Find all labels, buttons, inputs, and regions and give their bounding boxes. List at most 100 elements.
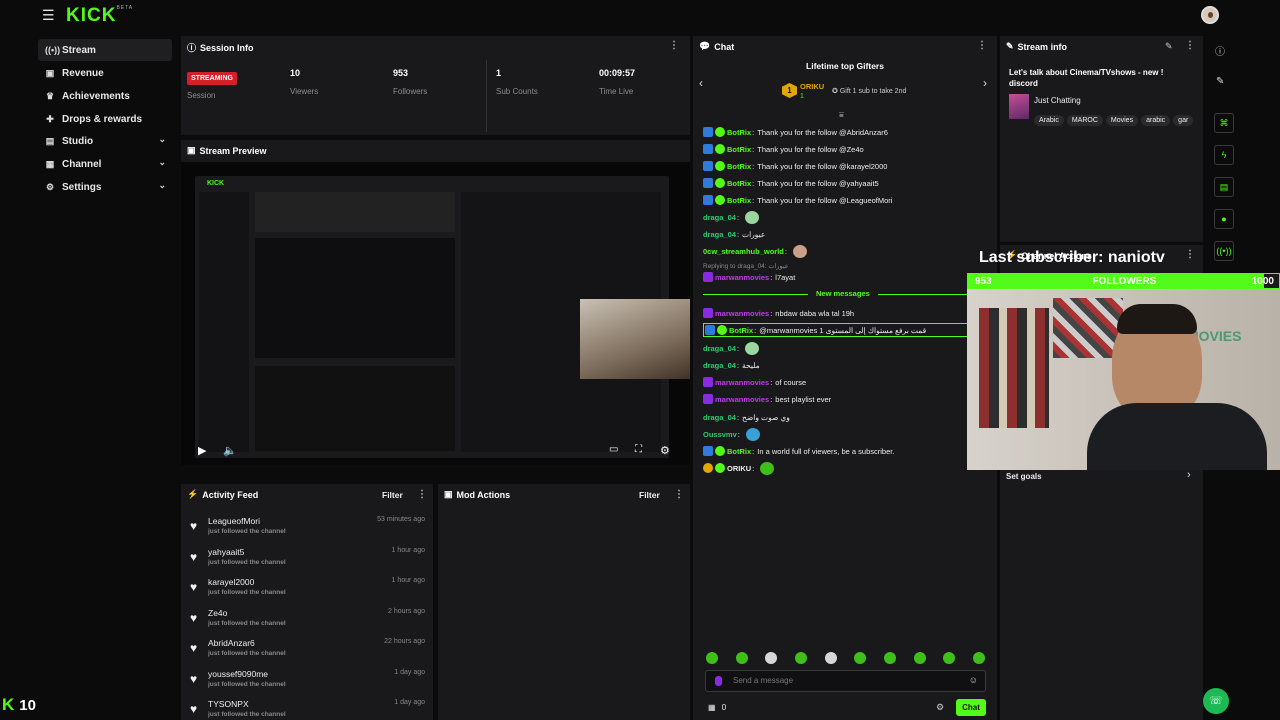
mod-actions-panel: ▣ Mod Actions Filter ⋮ (438, 484, 690, 720)
chat-username[interactable]: draga_04 (703, 361, 736, 370)
panel-title: ▣ Mod Actions (444, 489, 511, 500)
pinned-expand-icon[interactable]: ⩸ (839, 110, 844, 120)
heart-icon: ♥ (190, 550, 198, 564)
user-badge-icon (703, 178, 713, 188)
chat-message: BotRix: Thank you for the follow @yahyaai… (703, 176, 879, 190)
emoji-icon[interactable]: ☺ (969, 675, 978, 685)
set-goals-link[interactable]: Set goals (1006, 472, 1042, 481)
more-menu-icon[interactable]: ⋮ (977, 40, 987, 51)
chat-username[interactable]: BotRix (727, 145, 751, 154)
more-menu-icon[interactable]: ⋮ (674, 489, 684, 500)
chat-username[interactable]: draga_04 (703, 213, 736, 222)
emote-icon[interactable] (706, 652, 718, 664)
chat-input[interactable]: Send a message ☺ (705, 670, 986, 692)
activity-filter-button[interactable]: Filter (382, 490, 403, 500)
sidebar-item-revenue[interactable]: ▣ Revenue (38, 62, 172, 84)
chat-username[interactable]: ORIKU (727, 464, 751, 473)
chat-placeholder: Send a message (733, 676, 794, 685)
rail-action-button[interactable]: ▤ (1214, 177, 1234, 197)
time-live-label: Time Live (599, 87, 634, 96)
chat-username[interactable]: BotRix (727, 162, 751, 171)
sidebar-item-channel[interactable]: ▦ Channel ⌄ (38, 153, 172, 175)
chat-username[interactable]: BotRix (727, 196, 751, 205)
emote-icon[interactable] (795, 652, 807, 664)
play-icon[interactable]: ▶ (198, 444, 206, 457)
sidebar-item-settings[interactable]: ⚙ Settings ⌄ (38, 176, 172, 198)
emote-icon[interactable] (825, 652, 837, 664)
fullscreen-icon[interactable]: ⛶ (635, 444, 642, 455)
chat-username[interactable]: draga_04 (703, 413, 736, 422)
chevron-right-icon[interactable]: › (983, 76, 987, 90)
list-item: ♥ AbridAnzar6 just followed the channel 22 … (190, 638, 425, 657)
tag-chip[interactable]: Movies (1105, 115, 1139, 126)
heart-icon: ♥ (190, 672, 198, 686)
chat-username[interactable]: BotRix (727, 128, 751, 137)
pencil-icon[interactable]: ✎ (1165, 41, 1173, 52)
chat-username[interactable]: marwanmovies (715, 309, 769, 318)
menu-icon[interactable]: ☰ (42, 8, 58, 22)
chat-username[interactable]: draga_04 (703, 230, 736, 239)
chevron-right-icon[interactable]: › (1187, 469, 1191, 481)
chat-username[interactable]: draga_04 (703, 344, 736, 353)
more-menu-icon[interactable]: ⋮ (1185, 249, 1195, 260)
chat-text: l7ayat (775, 272, 796, 282)
chat-message: marwanmovies: l7ayat (703, 270, 795, 284)
rail-action-button[interactable]: ● (1214, 209, 1234, 229)
panel-title: 💬 Chat (699, 41, 735, 52)
sidebar-item-achievements[interactable]: ♛ Achievements (38, 85, 172, 107)
rank-badge: 1 (782, 83, 797, 98)
emote-icon[interactable] (736, 652, 748, 664)
pencil-icon[interactable]: ✎ (1216, 76, 1224, 87)
info-icon[interactable]: ⓘ (1215, 43, 1225, 58)
chat-username[interactable]: BotRix (729, 326, 753, 335)
emote-icon[interactable] (914, 652, 926, 664)
user-badge-icon (703, 127, 713, 137)
emote-icon[interactable] (884, 652, 896, 664)
more-menu-icon[interactable]: ⋮ (417, 489, 427, 500)
chat-username[interactable]: Oussvmv (703, 430, 737, 439)
rail-action-button[interactable]: ϟ (1214, 145, 1234, 165)
chat-username[interactable]: marwanmovies (715, 395, 769, 404)
chat-settings-icon[interactable]: ⚙ (936, 702, 944, 713)
emote-icon (792, 244, 807, 258)
tag-chip[interactable]: gar (1173, 115, 1194, 126)
tag-chip[interactable]: arabic (1141, 115, 1171, 126)
rail-action-button[interactable]: ((•)) (1214, 241, 1234, 261)
mod-filter-button[interactable]: Filter (639, 490, 660, 500)
chat-username[interactable]: marwanmovies (715, 378, 769, 387)
chevron-left-icon[interactable]: ‹ (699, 76, 703, 90)
more-menu-icon[interactable]: ⋮ (1185, 40, 1195, 51)
status-badge: STREAMING (187, 67, 237, 85)
support-icon[interactable]: ☏ (1203, 688, 1229, 714)
volume-icon[interactable]: 🔈 (223, 444, 237, 457)
user-badge-icon (703, 144, 713, 154)
sidebar-item-drops[interactable]: ✚ Drops & rewards (38, 108, 172, 130)
chat-message: marwanmovies: of course (703, 375, 806, 389)
colon-separator: : (752, 144, 755, 154)
list-item: ♥ karayel2000 just followed the channel 1 h… (190, 577, 425, 596)
pip-icon[interactable]: ▭ (609, 444, 618, 455)
user-badge-icon (715, 446, 725, 456)
emote-icon[interactable] (765, 652, 777, 664)
emote-icon[interactable] (943, 652, 955, 664)
user-avatar[interactable] (1201, 6, 1219, 24)
chat-username[interactable]: 0cw_streamhub_world (703, 247, 784, 256)
chat-username[interactable]: marwanmovies (715, 273, 769, 282)
heart-icon: ♥ (190, 641, 198, 655)
emote-icon[interactable] (854, 652, 866, 664)
chat-username[interactable]: BotRix (727, 179, 751, 188)
sidebar-item-studio[interactable]: ▤ Studio ⌄ (38, 130, 172, 152)
sidebar-item-stream[interactable]: ((•)) Stream (38, 39, 172, 61)
rail-action-button[interactable]: ⌘ (1214, 113, 1234, 133)
send-chat-button[interactable]: Chat (956, 699, 986, 716)
emote-icon[interactable] (973, 652, 985, 664)
kick-logo[interactable]: KICKBETA (66, 5, 133, 27)
chat-username[interactable]: BotRix (727, 447, 751, 456)
tag-chip[interactable]: Arabic (1034, 115, 1064, 126)
more-menu-icon[interactable]: ⋮ (669, 40, 679, 51)
chat-message: marwanmovies: nbdaw daba wla tal 19h (703, 306, 854, 320)
stream-preview-video[interactable]: KICK ▶ 🔈 ▭ ⛶ ⚙ (181, 162, 690, 465)
tag-chip[interactable]: MAROC (1066, 115, 1103, 126)
colon-separator: : (752, 127, 755, 137)
settings-icon[interactable]: ⚙ (660, 444, 670, 457)
